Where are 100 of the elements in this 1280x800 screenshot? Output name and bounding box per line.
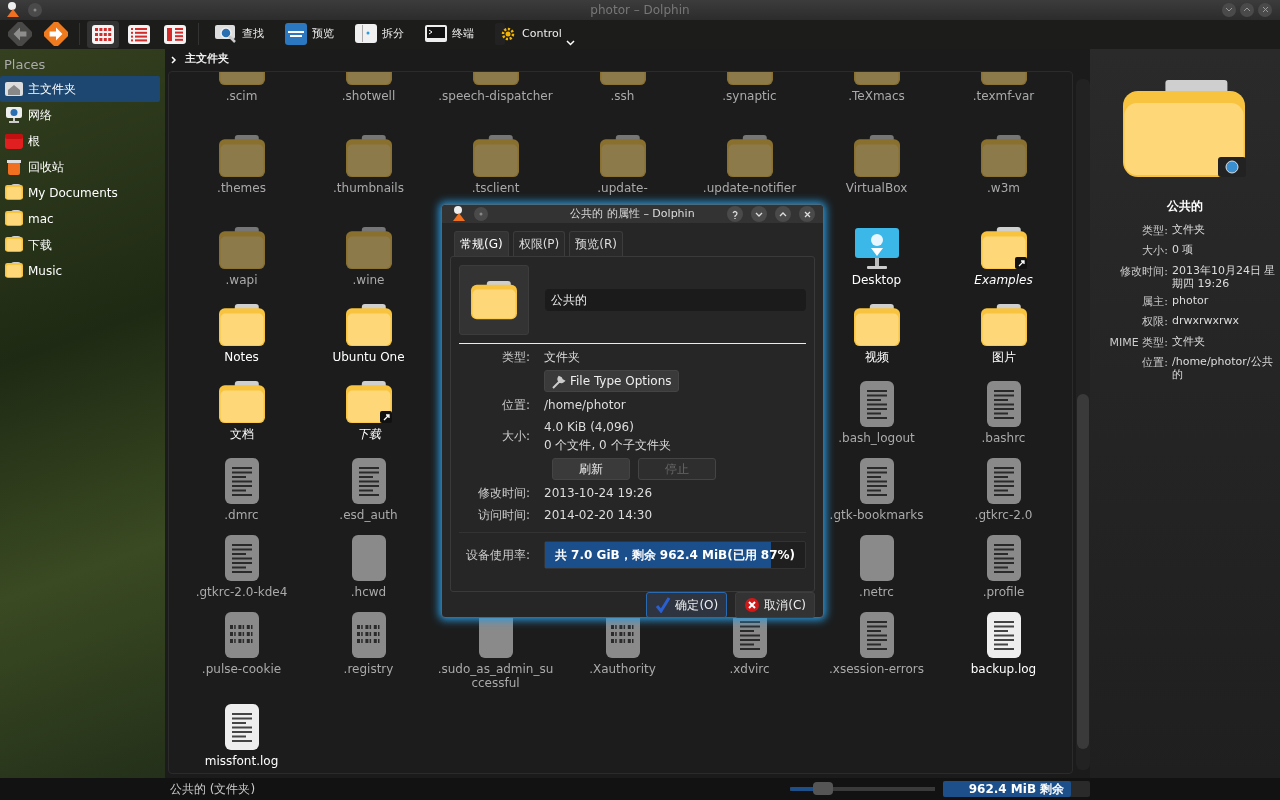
find-button[interactable]: 查找: [206, 20, 272, 49]
check-icon: [655, 597, 672, 613]
status-text: 公共的 (文件夹): [170, 781, 256, 799]
tab[interactable]: 预览(R): [569, 231, 623, 256]
info-label: 权限:: [1141, 314, 1169, 331]
info-label: 类型:: [1141, 222, 1169, 239]
breadcrumb-item[interactable]: 主文件夹: [185, 51, 229, 68]
file-name: .scim: [225, 88, 258, 103]
file-name: .xdvirc: [729, 661, 770, 676]
minimize-button[interactable]: [1222, 2, 1236, 17]
file-name: .esd_auth: [339, 507, 398, 522]
folder-icon-button[interactable]: [459, 265, 529, 335]
file-type-options-button[interactable]: File Type Options: [544, 370, 679, 392]
minimize-button[interactable]: [751, 206, 767, 222]
places-item[interactable]: 回收站: [0, 154, 160, 181]
cancel-button[interactable]: 取消(C): [735, 592, 815, 618]
app-icon: [450, 205, 466, 223]
file-name: .thumbnails: [333, 180, 404, 195]
ok-button[interactable]: 确定(O): [646, 592, 728, 618]
maximize-button[interactable]: [1240, 2, 1254, 17]
file-name: .Xauthority: [589, 661, 656, 676]
file-name: .netrc: [859, 584, 894, 599]
close-button[interactable]: [1258, 2, 1272, 17]
tab[interactable]: 权限(P): [512, 231, 566, 256]
info-value: /home/photor/公共的: [1172, 355, 1274, 382]
file-name: Notes: [224, 349, 259, 364]
grid-icon: [91, 22, 115, 46]
places-item[interactable]: mac: [0, 206, 160, 233]
chevron-icon: [171, 55, 177, 64]
file-name: .update-: [597, 180, 648, 195]
tab[interactable]: 常规(G): [454, 231, 509, 256]
file-name: .dmrc: [224, 507, 259, 522]
window-title: photor – Dolphin: [590, 1, 690, 19]
file-name: .ssh: [610, 88, 635, 103]
columns-icon: [163, 22, 187, 46]
file-name: Examples: [974, 272, 1033, 287]
places-item[interactable]: Music: [0, 258, 160, 285]
info-label: 属主:: [1141, 293, 1169, 310]
places-item[interactable]: 根: [0, 128, 160, 155]
file-name: 文档: [229, 426, 254, 441]
chevron-down-icon: [1225, 7, 1233, 13]
file-name: .wapi: [225, 272, 258, 287]
preview-button[interactable]: 预览: [276, 20, 342, 49]
file-name: .TeXmacs: [848, 88, 905, 103]
terminal-button[interactable]: 终端: [416, 20, 482, 49]
file-name: .shotwell: [341, 88, 396, 103]
file-name: .gtk-bookmarks: [829, 507, 924, 522]
file-name: Desktop: [851, 272, 902, 287]
places-item[interactable]: My Documents: [0, 180, 160, 207]
file-name: .gtkrc-2.0: [974, 507, 1033, 522]
file-name: backup.log: [970, 661, 1037, 676]
control-button[interactable]: Control: [486, 20, 583, 49]
info-label: MIME 类型:: [1108, 334, 1169, 351]
info-value: photor: [1172, 293, 1209, 309]
free-space-bar: 962.4 MiB 剩余: [943, 781, 1090, 798]
maximize-button[interactable]: [775, 206, 791, 222]
info-value: 0 项: [1172, 243, 1194, 259]
info-label: 修改时间:: [1119, 263, 1169, 280]
scrollbar[interactable]: [1076, 78, 1090, 771]
places-item[interactable]: 下载: [0, 232, 160, 259]
dialog-title: 公共的 的属性 – Dolphin: [570, 205, 695, 222]
file-name: .profile: [982, 584, 1025, 599]
split-button[interactable]: 拆分: [346, 20, 412, 49]
file-name: Ubuntu One: [332, 349, 405, 364]
places-item[interactable]: 网络: [0, 102, 160, 129]
file-name: .update-notifier: [702, 180, 797, 195]
app-icon: [4, 0, 20, 19]
chevron-up-icon: [779, 211, 787, 217]
size-button[interactable]: 刷新: [552, 458, 630, 480]
close-button[interactable]: [799, 206, 815, 222]
help-button[interactable]: [727, 206, 743, 222]
field-value: 0 个文件, 0 个子文件夹: [544, 437, 671, 454]
file-name: .gtkrc-2.0-kde4: [195, 584, 288, 599]
field-label: 类型:: [500, 349, 531, 366]
name-field[interactable]: 公共的: [545, 289, 806, 311]
slider-handle[interactable]: [813, 782, 834, 796]
places-title: Places: [3, 55, 47, 74]
file-name: .bash_logout: [838, 430, 915, 445]
folder-name: 公共的: [1167, 197, 1203, 215]
monitor-icon: [4, 105, 24, 126]
file-name: .synaptic: [722, 88, 777, 103]
field-value: 4.0 KiB (4,096): [544, 419, 635, 436]
icons-view-button[interactable]: [87, 20, 119, 48]
file-name: .w3m: [987, 180, 1020, 195]
places-item[interactable]: 主文件夹: [0, 76, 160, 103]
field-label: 修改时间:: [476, 485, 531, 502]
preview-icon: [284, 22, 308, 47]
close-icon: [1261, 6, 1269, 14]
trash-icon: [4, 157, 24, 178]
field-value: /home/photor: [544, 397, 626, 414]
file-name: .sudo_as_admin_successful: [436, 661, 555, 690]
file-name: .wine: [352, 272, 385, 287]
field-label: 大小:: [500, 428, 531, 445]
field-label: 位置:: [500, 397, 531, 414]
file-name: missfont.log: [204, 753, 279, 768]
usage-bar: 共 7.0 GiB，剩余 962.4 MiB(已用 87%): [544, 541, 806, 569]
file-name: .speech-dispatcher: [438, 88, 553, 103]
info-label: 大小:: [1141, 243, 1169, 260]
info-label: 位置:: [1141, 355, 1169, 372]
info-value: 文件夹: [1172, 334, 1205, 350]
